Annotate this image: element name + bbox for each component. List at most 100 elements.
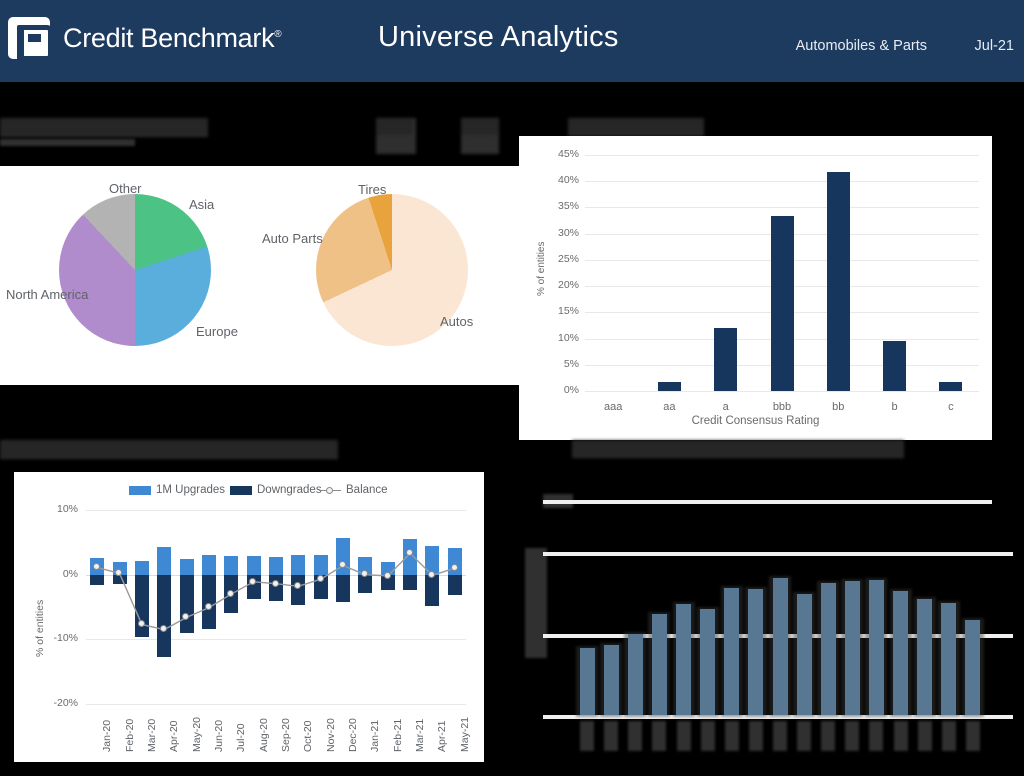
gridline <box>585 207 979 209</box>
brand-name: Credit Benchmark® <box>63 23 282 54</box>
app-header: Credit Benchmark® Universe Analytics Aut… <box>0 0 1024 82</box>
bar-downgrades[interactable] <box>201 574 216 629</box>
obscured-bar-mask <box>913 597 936 717</box>
x-tick-label: Nov-20 <box>324 718 337 752</box>
x-tick-label: aa <box>663 401 676 413</box>
bar-upgrades[interactable] <box>157 546 172 575</box>
bar-downgrades[interactable] <box>403 574 418 590</box>
bar-upgrades[interactable] <box>246 555 261 575</box>
gridline <box>585 155 979 156</box>
balance-point[interactable] <box>405 549 413 557</box>
balance-point[interactable] <box>271 579 279 587</box>
pie-label-tires: Tires <box>358 182 387 197</box>
bar-downgrades[interactable] <box>358 574 373 593</box>
x-tick-label: c <box>948 401 954 413</box>
bar-downgrades[interactable] <box>291 574 306 606</box>
balance-point[interactable] <box>137 620 145 628</box>
bar-downgrades[interactable] <box>112 574 127 585</box>
bar[interactable] <box>939 381 963 391</box>
obscured-bar-mask <box>672 602 695 717</box>
y-tick-label: 10% <box>557 331 579 344</box>
brand-logo[interactable]: Credit Benchmark® <box>8 17 282 61</box>
obscured-bar-mask <box>769 576 791 717</box>
bar-upgrades[interactable] <box>313 554 328 575</box>
x-tick-label: Dec-20 <box>347 718 360 752</box>
obscured-bar-mask <box>817 580 840 717</box>
y-tick-label: 35% <box>557 200 579 213</box>
bar-upgrades[interactable] <box>336 538 351 575</box>
obscured-bottom-right-chart <box>520 540 1024 776</box>
legend-label-downgrades: Downgrades <box>257 484 322 496</box>
obscured-x-tick-label <box>917 721 932 751</box>
cb-logo-icon <box>8 17 53 61</box>
balance-point[interactable] <box>450 564 458 571</box>
bar-upgrades[interactable] <box>224 555 239 575</box>
y-tick-label: 45% <box>557 148 579 160</box>
balance-point[interactable] <box>227 589 235 597</box>
bar-upgrades[interactable] <box>179 559 194 575</box>
rating-x-axis-title: Credit Consensus Rating <box>691 415 820 427</box>
x-tick-label: Aug-20 <box>257 718 270 752</box>
bar-downgrades[interactable] <box>425 574 440 606</box>
obscured-x-tick-label <box>965 721 980 751</box>
y-tick-label: 10% <box>56 503 78 515</box>
bar-downgrades[interactable] <box>336 574 351 602</box>
obscured-x-tick-label <box>748 721 763 751</box>
y-tick-label: 30% <box>557 226 579 239</box>
x-tick-label: Mar-21 <box>414 718 427 752</box>
x-tick-label: Feb-20 <box>123 718 136 752</box>
bottomright-upper-gridline <box>543 500 992 504</box>
obscured-bottomright-y-axis-title <box>525 548 547 658</box>
x-tick-label: Apr-21 <box>436 720 449 752</box>
pie-label-europe: Europe <box>196 324 238 339</box>
obscured-bar-mask <box>600 642 623 717</box>
balance-point[interactable] <box>383 571 391 579</box>
balance-point[interactable] <box>316 574 324 582</box>
legend-balance[interactable]: Balance <box>319 484 388 496</box>
bar-downgrades[interactable] <box>134 574 149 637</box>
bar-upgrades[interactable] <box>269 556 283 575</box>
obscured-x-tick-label <box>652 721 667 751</box>
gridline <box>543 552 1013 556</box>
x-tick-label: Apr-20 <box>168 720 181 752</box>
obscured-bar-mask <box>961 618 984 717</box>
y-tick-label: 5% <box>563 357 579 370</box>
obscured-x-tick-label <box>869 721 884 751</box>
obscured-bar-mask <box>793 592 816 717</box>
legend-downgrades[interactable]: Downgrades <box>230 484 322 496</box>
bar-downgrades[interactable] <box>269 574 283 602</box>
obscured-stat-box-2: ████ ████ <box>461 118 499 154</box>
gridline <box>86 639 466 641</box>
x-tick-label: a <box>722 401 729 413</box>
pie-label-autos: Autos <box>440 314 474 329</box>
bar[interactable] <box>883 341 907 391</box>
obscured-x-tick-label <box>676 721 691 751</box>
gridline <box>86 704 466 705</box>
obscured-section-title-left: ████████████████████████ <box>0 118 208 137</box>
gridline <box>585 181 979 183</box>
obscured-x-tick-label <box>845 721 860 751</box>
bar-upgrades[interactable] <box>201 554 216 575</box>
sector-label: Automobiles & Parts <box>795 38 927 54</box>
pie-label-other: Other <box>109 181 142 196</box>
bar[interactable] <box>826 171 850 391</box>
legend-1m-upgrades[interactable]: 1M Upgrades <box>129 484 225 496</box>
obscured-bar-mask <box>624 631 647 717</box>
obscured-bar-mask <box>744 587 767 717</box>
bar-downgrades[interactable] <box>179 574 194 633</box>
bar-downgrades[interactable] <box>157 574 172 657</box>
legend-label-balance: Balance <box>346 484 388 496</box>
bar-upgrades[interactable] <box>291 554 306 575</box>
x-tick-label: Oct-20 <box>302 720 315 752</box>
bar[interactable] <box>770 216 794 391</box>
bar-upgrades[interactable] <box>134 561 149 575</box>
obscured-bar-mask <box>937 600 960 717</box>
bar[interactable] <box>657 382 681 391</box>
bar-downgrades[interactable] <box>90 574 105 585</box>
bar-upgrades[interactable] <box>403 539 418 575</box>
obscured-section-title-upgrades: ██████████████████████████████████████ <box>0 440 338 459</box>
bar[interactable] <box>714 328 738 391</box>
bar-downgrades[interactable] <box>447 574 462 596</box>
x-tick-label: bbb <box>772 401 792 413</box>
obscured-bar-mask <box>865 577 888 717</box>
